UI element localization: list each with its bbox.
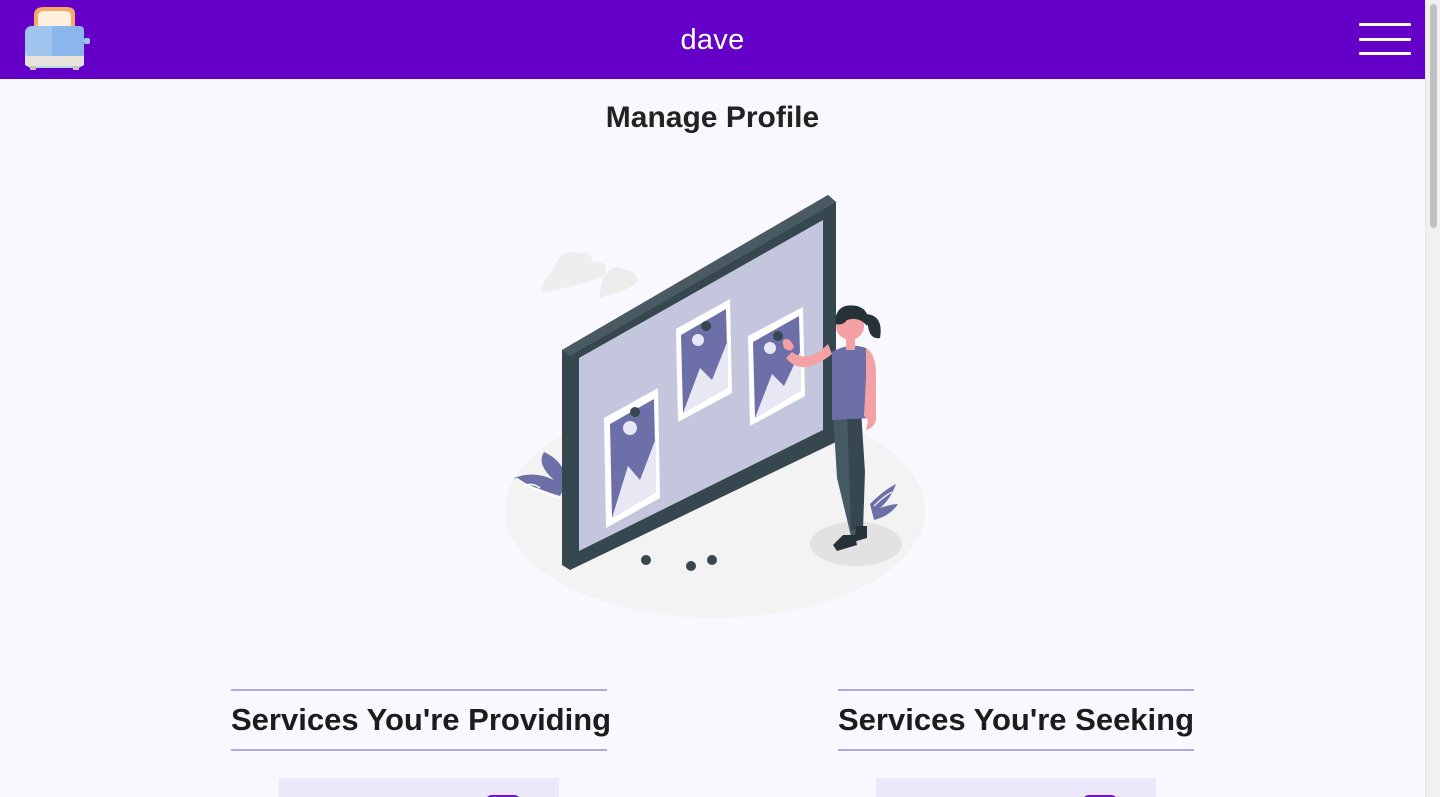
top-navbar: dave bbox=[0, 0, 1425, 79]
heading-services-seeking: Services You're Seeking bbox=[838, 689, 1194, 751]
pinboard-woman-illustration bbox=[490, 180, 940, 625]
heading-services-providing: Services You're Providing bbox=[231, 689, 611, 751]
page: dave Manage Profile Services You're Prov… bbox=[0, 0, 1440, 797]
menu-bar-line bbox=[1359, 52, 1411, 55]
service-card-providing[interactable] bbox=[279, 778, 559, 797]
service-card-seeking[interactable] bbox=[876, 778, 1156, 797]
menu-bar-line bbox=[1359, 23, 1411, 26]
header-user-name: dave bbox=[680, 24, 745, 56]
hamburger-menu-icon[interactable] bbox=[1356, 22, 1414, 58]
page-title: Manage Profile bbox=[605, 101, 820, 134]
vertical-scrollbar[interactable] bbox=[1425, 0, 1440, 797]
menu-bar-line bbox=[1359, 38, 1411, 41]
scrollbar-thumb[interactable] bbox=[1430, 4, 1437, 228]
